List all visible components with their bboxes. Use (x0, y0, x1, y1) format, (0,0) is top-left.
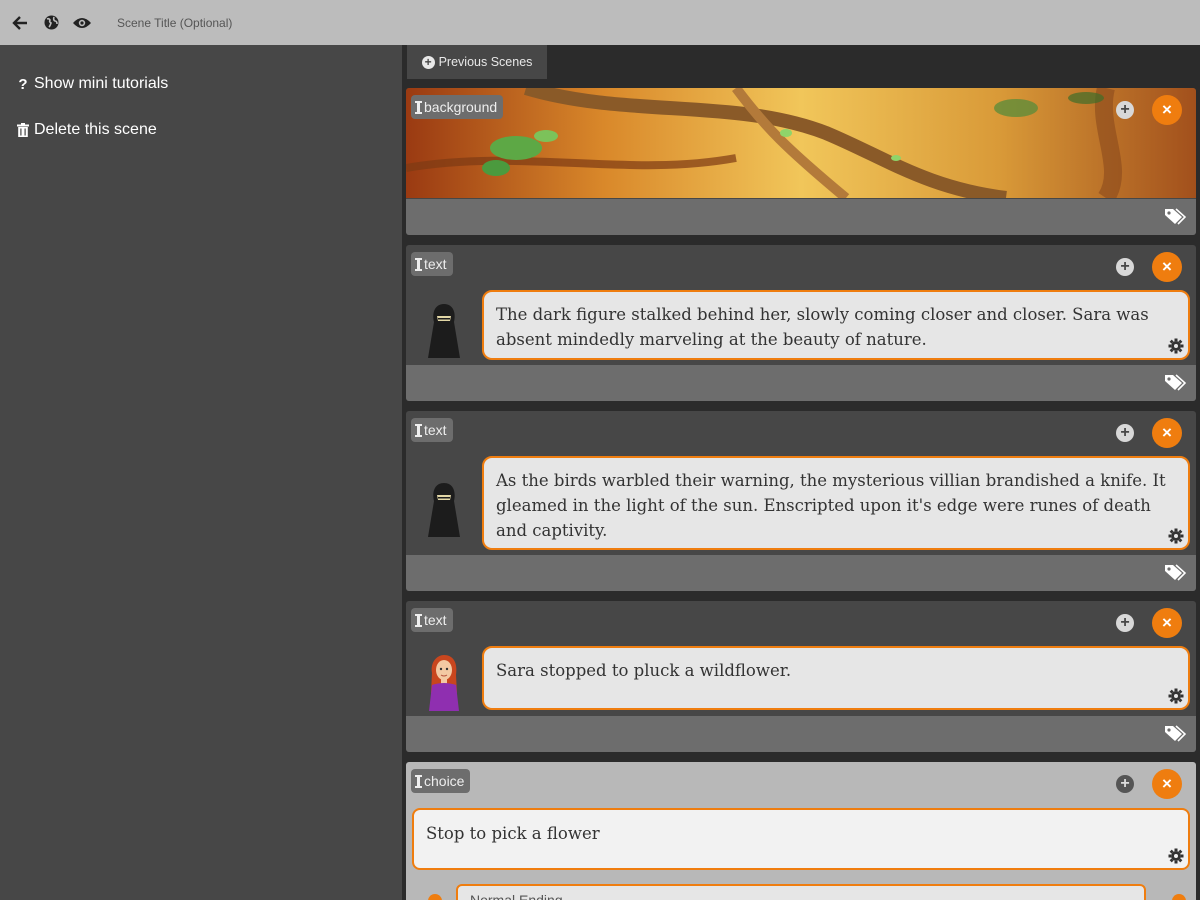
dialogue-text-box[interactable]: The dark figure stalked behind her, slow… (482, 290, 1190, 360)
top-toolbar (0, 0, 1200, 45)
delete-scene-label: Delete this scene (34, 121, 157, 138)
dark-figure-avatar[interactable] (424, 300, 464, 360)
choice-text-box[interactable]: Stop to pick a flower (412, 808, 1190, 870)
text-card: text + × Sara stopped to pluck a wildflo… (406, 601, 1196, 752)
delete-block-button[interactable]: × (1152, 769, 1182, 799)
dialogue-text-box[interactable]: As the birds warbled their warning, the … (482, 456, 1190, 550)
block-footer (406, 555, 1196, 591)
gear-icon[interactable] (1168, 338, 1184, 354)
background-card: background + × (406, 88, 1196, 235)
scene-title-input[interactable] (117, 15, 417, 30)
drag-handle-icon (415, 100, 422, 114)
forest-background-image (406, 88, 1196, 198)
gear-icon[interactable] (1168, 688, 1184, 704)
block-type-label[interactable]: text (411, 608, 453, 632)
gear-icon[interactable] (1168, 848, 1184, 864)
add-block-button[interactable]: + (1116, 101, 1134, 119)
choice-connector-icon (428, 894, 442, 900)
tag-icon[interactable] (1164, 564, 1186, 582)
drag-handle-icon (415, 774, 422, 788)
block-footer (406, 365, 1196, 401)
question-icon: ? (18, 75, 28, 93)
plus-circle-icon: + (421, 55, 435, 69)
sara-avatar[interactable] (424, 653, 464, 713)
dialogue-text-box[interactable]: Sara stopped to pluck a wildflower. (482, 646, 1190, 710)
delete-block-button[interactable]: × (1152, 95, 1182, 125)
scene-editor: + Previous Scenes background + × text + … (402, 45, 1200, 900)
globe-icon[interactable] (39, 11, 63, 35)
block-footer (406, 716, 1196, 752)
add-block-button[interactable]: + (1116, 614, 1134, 632)
drag-handle-icon (415, 257, 422, 271)
arrow-left-icon[interactable] (8, 11, 32, 35)
choice-option-icon[interactable] (1172, 894, 1186, 900)
drag-handle-icon (415, 613, 422, 627)
previous-scenes-label: Previous Scenes (438, 55, 533, 69)
text-card: text + × The dark figure stalked behind … (406, 245, 1196, 401)
delete-block-button[interactable]: × (1152, 418, 1182, 448)
tag-icon[interactable] (1164, 725, 1186, 743)
add-block-button[interactable]: + (1116, 258, 1134, 276)
sidebar: ? Show mini tutorials Delete this scene (0, 45, 402, 900)
delete-block-button[interactable]: × (1152, 608, 1182, 638)
tag-icon[interactable] (1164, 208, 1186, 226)
gear-icon[interactable] (1168, 528, 1184, 544)
choice-card: choice + × Stop to pick a flower Normal … (406, 762, 1196, 900)
add-block-button[interactable]: + (1116, 424, 1134, 442)
text-card: text + × As the birds warbled their warn… (406, 411, 1196, 591)
delete-scene-button[interactable]: Delete this scene (16, 121, 157, 139)
block-type-label[interactable]: text (411, 418, 453, 442)
ending-select[interactable]: Normal Ending (456, 884, 1146, 900)
trash-icon (16, 122, 30, 138)
previous-scenes-tab[interactable]: + Previous Scenes (407, 45, 547, 79)
show-mini-tutorials-label: Show mini tutorials (34, 75, 169, 92)
block-footer (406, 199, 1196, 235)
delete-block-button[interactable]: × (1152, 252, 1182, 282)
block-type-label[interactable]: background (411, 95, 504, 119)
block-type-label[interactable]: choice (411, 769, 471, 793)
add-block-button[interactable]: + (1116, 775, 1134, 793)
eye-icon[interactable] (70, 11, 94, 35)
dark-figure-avatar[interactable] (424, 479, 464, 539)
drag-handle-icon (415, 423, 422, 437)
show-mini-tutorials-button[interactable]: ? Show mini tutorials (16, 75, 168, 93)
block-type-label[interactable]: text (411, 252, 453, 276)
tag-icon[interactable] (1164, 374, 1186, 392)
